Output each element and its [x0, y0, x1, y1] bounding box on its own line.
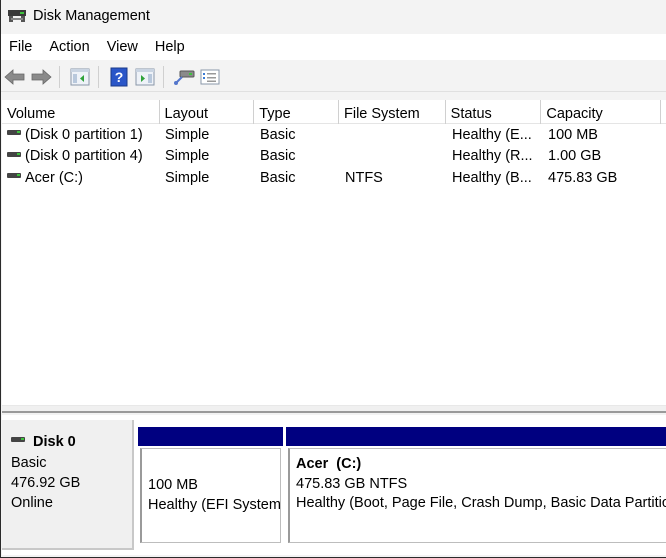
disk-management-icon — [7, 8, 27, 24]
volume-icon — [7, 151, 21, 157]
cell-capacity: 100 MB — [548, 126, 598, 143]
table-row[interactable]: Acer (C:) Simple Basic NTFS Healthy (B..… — [2, 167, 666, 189]
column-header-more[interactable] — [661, 100, 666, 124]
partition-status: Healthy (Boot, Page File, Crash Dump, Ba… — [296, 495, 666, 511]
disk-title: Disk 0 — [11, 434, 132, 450]
cell-status: Healthy (R... — [452, 148, 533, 165]
partition-acer-c[interactable]: Acer (C:) 475.83 GB NTFS Healthy (Boot, … — [286, 427, 666, 551]
forward-button[interactable] — [29, 65, 53, 89]
partition-bar — [138, 427, 283, 446]
drive-connect-icon — [174, 70, 195, 85]
column-header-capacity[interactable]: Capacity — [541, 100, 662, 124]
cell-layout: Simple — [165, 148, 210, 165]
table-row[interactable]: (Disk 0 partition 1) Simple Basic Health… — [2, 124, 666, 146]
disk-management-window: Disk Management File Action View Help ? — [0, 0, 666, 558]
show-hide-action-pane-button[interactable] — [133, 65, 157, 89]
cell-capacity: 475.83 GB — [548, 169, 618, 186]
menu-bar: File Action View Help — [1, 34, 666, 60]
toolbar-separator — [98, 65, 99, 88]
title-bar: Disk Management — [1, 0, 666, 32]
column-header-volume[interactable]: Volume — [2, 100, 160, 124]
partition-status: Healthy (EFI System — [148, 496, 281, 513]
toolbar-separator — [59, 65, 60, 88]
partition-body: 100 MB Healthy (EFI System — [140, 448, 281, 543]
menu-view[interactable]: View — [99, 39, 147, 55]
partition-size: 100 MB — [148, 477, 198, 493]
column-header-layout[interactable]: Layout — [160, 100, 255, 124]
cell-status: Healthy (E... — [452, 126, 532, 143]
cell-volume: (Disk 0 partition 1) — [2, 127, 160, 143]
volume-name: Acer (C:) — [25, 169, 83, 186]
toolbar-separator — [163, 65, 164, 88]
partition-body: Acer (C:) 475.83 GB NTFS Healthy (Boot, … — [288, 448, 666, 543]
cell-layout: Simple — [165, 169, 210, 186]
back-button[interactable] — [3, 65, 27, 89]
volume-icon — [7, 130, 21, 136]
menu-help[interactable]: Help — [147, 39, 194, 55]
menu-action[interactable]: Action — [41, 39, 98, 55]
cell-volume: (Disk 0 partition 4) — [2, 148, 160, 164]
cell-status: Healthy (B... — [452, 169, 532, 186]
disk-0-label[interactable]: Disk 0 Basic 476.92 GB Online — [2, 420, 134, 550]
help-icon: ? — [110, 67, 128, 86]
disk-size: 476.92 GB — [11, 475, 81, 491]
cell-capacity: 1.00 GB — [548, 148, 602, 165]
volume-list-header: Volume Layout Type File System Status Ca… — [2, 100, 666, 124]
menu-file[interactable]: File — [1, 39, 41, 55]
volume-name: (Disk 0 partition 4) — [25, 148, 143, 165]
partition-efi[interactable]: 100 MB Healthy (EFI System — [138, 427, 283, 551]
disk-icon — [11, 436, 25, 442]
disk-graphical-view: Disk 0 Basic 476.92 GB Online 100 MB Hea… — [2, 415, 666, 555]
table-row[interactable]: (Disk 0 partition 4) Simple Basic Health… — [2, 146, 666, 168]
disk-state: Online — [11, 495, 53, 511]
action-pane-icon — [135, 68, 155, 85]
cell-type: Basic — [260, 169, 296, 186]
toolbar: ? — [1, 62, 666, 92]
back-arrow-icon — [4, 68, 25, 85]
partition-size: 475.83 GB NTFS — [296, 475, 408, 492]
column-header-status[interactable]: Status — [446, 100, 542, 124]
show-hide-console-tree-button[interactable] — [68, 65, 92, 89]
cell-layout: Simple — [165, 126, 210, 143]
properties-list-icon — [200, 69, 220, 84]
help-button[interactable]: ? — [107, 65, 131, 89]
cell-file-system: NTFS — [345, 169, 383, 186]
cell-type: Basic — [260, 148, 296, 165]
disk-type: Basic — [11, 455, 47, 471]
cell-type: Basic — [260, 126, 296, 143]
volume-icon — [7, 173, 21, 179]
column-header-file-system[interactable]: File System — [339, 100, 446, 124]
forward-arrow-icon — [31, 68, 52, 85]
partition-title: Acer (C:) — [296, 456, 362, 472]
svg-text:?: ? — [115, 69, 124, 85]
volume-list: Volume Layout Type File System Status Ca… — [2, 100, 666, 405]
console-tree-icon — [70, 68, 90, 85]
volume-name: (Disk 0 partition 1) — [25, 126, 143, 143]
cell-volume: Acer (C:) — [2, 170, 160, 186]
properties-button[interactable] — [198, 65, 222, 89]
column-header-type[interactable]: Type — [254, 100, 339, 124]
connect-drive-button[interactable] — [172, 65, 196, 89]
partition-bar — [286, 427, 666, 446]
disk-name: Disk 0 — [33, 434, 76, 450]
window-title: Disk Management — [33, 8, 150, 24]
pane-splitter[interactable] — [2, 405, 666, 413]
